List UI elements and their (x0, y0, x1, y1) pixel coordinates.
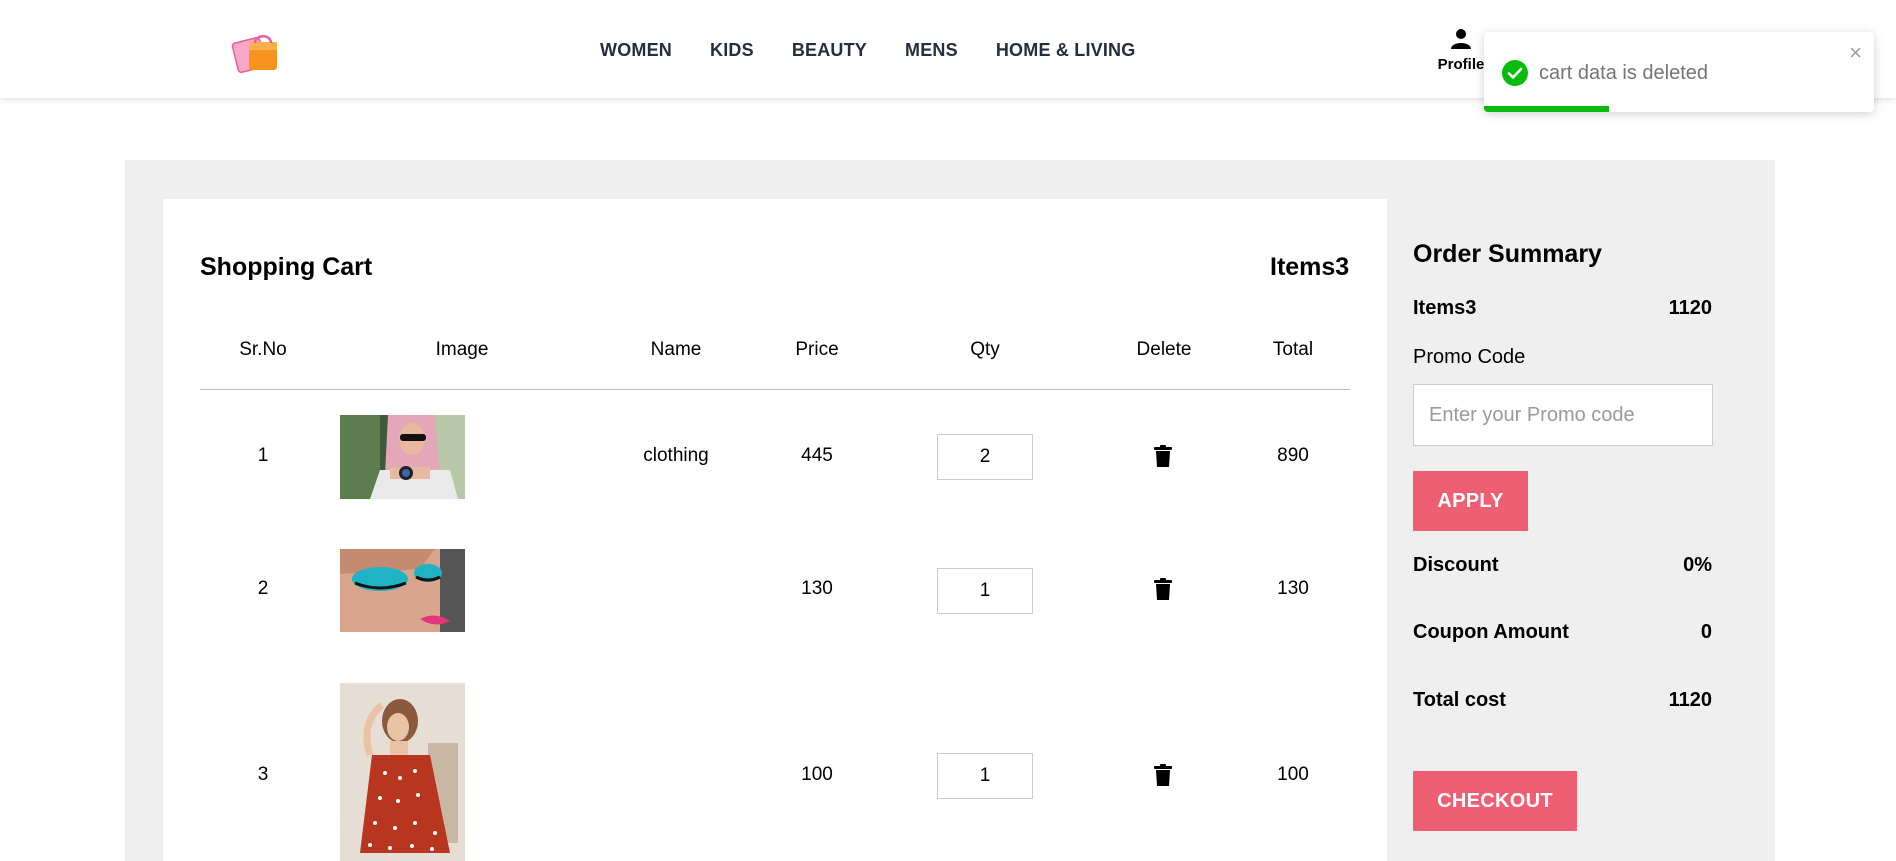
discount-label: Discount (1413, 554, 1499, 576)
nav-item-home-living[interactable]: HOME & LIVING (996, 40, 1136, 61)
profile-button[interactable]: Profile (1436, 28, 1486, 74)
check-circle-icon (1502, 60, 1528, 86)
shopping-bag-logo[interactable] (231, 30, 283, 76)
nav-item-beauty[interactable]: BEAUTY (792, 40, 867, 61)
quantity-input[interactable] (937, 753, 1033, 799)
user-icon (1451, 29, 1471, 49)
row-srno: 2 (257, 578, 269, 599)
row-srno: 1 (257, 445, 269, 466)
toast-notification: cart data is deleted × (1484, 32, 1874, 112)
quantity-input[interactable] (937, 434, 1033, 480)
coupon-amount-label: Coupon Amount (1413, 621, 1569, 643)
close-icon[interactable]: × (1849, 42, 1862, 64)
promo-code-input[interactable] (1413, 384, 1713, 446)
row-total: 890 (1277, 445, 1309, 466)
col-header-image: Image (435, 339, 489, 360)
trash-icon[interactable] (1154, 764, 1172, 786)
col-header-srno: Sr.No (239, 339, 287, 360)
discount-value: 0% (1683, 554, 1712, 576)
cart-title: Shopping Cart (200, 253, 373, 281)
coupon-amount-value: 0 (1700, 621, 1712, 643)
apply-button[interactable]: APPLY (1413, 471, 1528, 531)
total-cost-label: Total cost (1413, 689, 1506, 711)
col-header-delete: Delete (1136, 339, 1192, 360)
row-price: 100 (801, 764, 833, 785)
row-price: 445 (801, 445, 833, 466)
order-summary-title: Order Summary (1413, 240, 1602, 268)
summary-items-label: Items3 (1413, 297, 1477, 319)
row-total: 100 (1277, 764, 1309, 785)
nav-item-mens[interactable]: MENS (905, 40, 958, 61)
total-cost-value: 1120 (1668, 689, 1712, 711)
col-header-total: Total (1272, 339, 1314, 360)
row-total: 130 (1277, 578, 1309, 599)
col-header-qty: Qty (970, 339, 1000, 360)
checkout-button[interactable]: CHECKOUT (1413, 771, 1577, 831)
main-nav: WOMEN KIDS BEAUTY MENS HOME & LIVING (600, 40, 1135, 61)
toast-progress-bar (1484, 106, 1609, 112)
woman-with-watch-photo (340, 415, 465, 499)
row-price: 130 (801, 578, 833, 599)
trash-icon[interactable] (1154, 445, 1172, 467)
eye-makeup-photo (340, 549, 465, 632)
trash-icon[interactable] (1154, 578, 1172, 600)
header-divider (200, 389, 1350, 390)
nav-item-women[interactable]: WOMEN (600, 40, 672, 61)
col-header-price: Price (795, 339, 839, 360)
cart-item-count: Items3 (1270, 253, 1350, 281)
promo-code-label: Promo Code (1413, 346, 1526, 368)
quantity-input[interactable] (937, 568, 1033, 614)
profile-label: Profile (1437, 56, 1485, 73)
nav-item-kids[interactable]: KIDS (710, 40, 754, 61)
toast-progress-track (1484, 106, 1874, 112)
summary-items-value: 1120 (1668, 297, 1712, 319)
row-name: clothing (643, 445, 709, 466)
toast-message: cart data is deleted (1539, 62, 1708, 84)
row-srno: 3 (257, 764, 269, 785)
col-header-name: Name (650, 339, 702, 360)
girl-in-red-polka-dot-dress-photo (340, 683, 465, 861)
